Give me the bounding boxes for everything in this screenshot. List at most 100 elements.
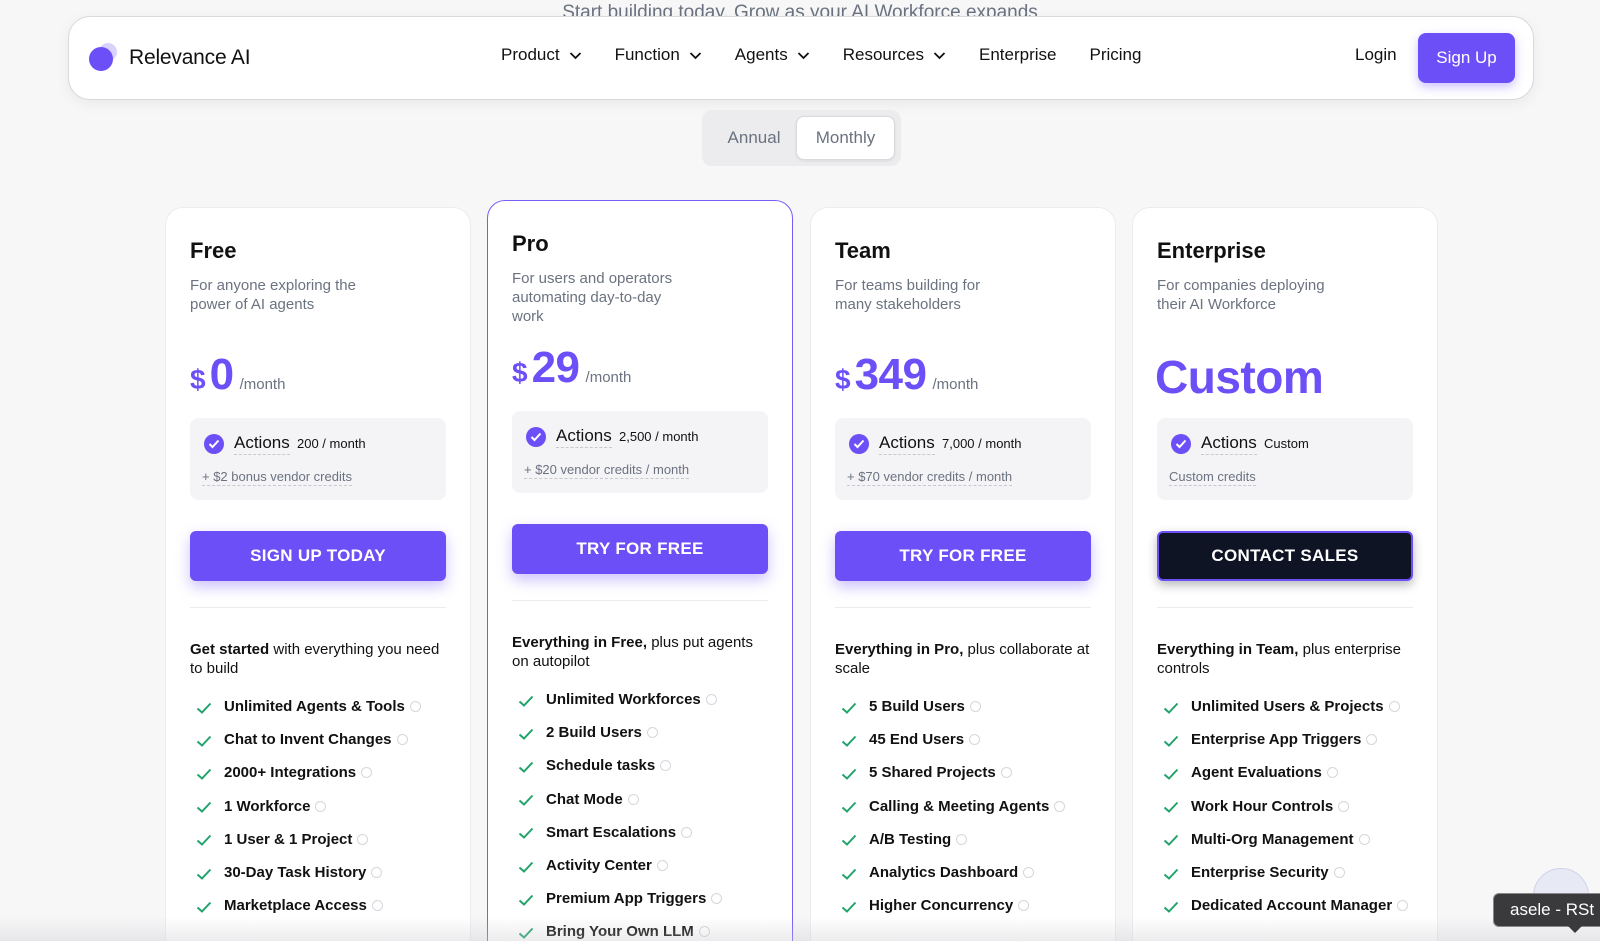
info-icon[interactable] (969, 701, 981, 713)
info-icon[interactable] (646, 727, 658, 739)
info-icon[interactable] (1338, 800, 1350, 812)
nav-pricing[interactable]: Pricing (1089, 45, 1141, 65)
feature-item: Enterprise Security (1157, 856, 1417, 889)
feature-label: Chat to Invent Changes (224, 731, 392, 749)
check-icon (1163, 767, 1179, 780)
info-icon[interactable] (357, 833, 369, 845)
info-icon[interactable] (409, 701, 421, 713)
info-icon[interactable] (681, 826, 693, 838)
info-icon[interactable] (660, 760, 672, 772)
toggle-annual[interactable]: Annual (708, 116, 800, 160)
feature-item: A/B Testing (835, 823, 1095, 856)
feature-item: 5 Build Users (835, 690, 1095, 723)
plan-description: For anyone exploring the power of AI age… (190, 277, 356, 313)
feature-label: Schedule tasks (546, 757, 656, 775)
check-icon (196, 767, 212, 780)
login-link[interactable]: Login (1355, 45, 1397, 65)
card-divider (835, 607, 1091, 608)
info-icon[interactable] (1000, 767, 1012, 779)
brand-logo[interactable]: Relevance AI (89, 43, 251, 73)
check-circle-icon (204, 434, 224, 454)
actions-quantity: 7,000 / month (942, 436, 1022, 451)
info-icon[interactable] (1018, 900, 1030, 912)
toggle-monthly[interactable]: Monthly (796, 116, 895, 160)
feature-item: Activity Center (512, 849, 772, 882)
info-icon[interactable] (711, 893, 723, 905)
feature-item: 30-Day Task History (190, 856, 450, 889)
info-icon[interactable] (396, 734, 408, 746)
feature-label: Enterprise App Triggers (1191, 731, 1362, 749)
plan-cta-button[interactable]: SIGN UP TODAY (190, 531, 446, 581)
actions-allowance: Actions 7,000 / month + $70 vendor credits… (835, 418, 1091, 500)
price-amount: 29 (531, 343, 580, 392)
check-icon (841, 867, 857, 880)
feature-label: Enterprise Security (1191, 864, 1329, 882)
actions-credits[interactable]: + $70 vendor credits / month (847, 469, 1013, 486)
plan-cta-button[interactable]: CONTACT SALES (1157, 531, 1413, 581)
feature-label: 5 Shared Projects (869, 764, 996, 782)
info-icon[interactable] (1358, 833, 1370, 845)
plan-cta-button[interactable]: TRY FOR FREE (512, 524, 768, 574)
info-icon[interactable] (705, 694, 717, 706)
info-icon[interactable] (969, 734, 981, 746)
actions-label[interactable]: Actions (556, 426, 612, 448)
feature-label: Marketplace Access (224, 897, 367, 915)
feature-item: 45 End Users (835, 723, 1095, 756)
features-heading-bold: Everything in Free, (512, 634, 648, 651)
info-icon[interactable] (1054, 800, 1066, 812)
price-period: /month (585, 369, 632, 386)
feature-label: Premium App Triggers (546, 890, 707, 908)
feature-item: Unlimited Workforces (512, 683, 772, 716)
info-icon[interactable] (1326, 767, 1338, 779)
nav-agents[interactable]: Agents (735, 45, 810, 65)
actions-credits[interactable]: + $2 bonus vendor credits (202, 469, 352, 486)
feature-item: Chat Mode (512, 783, 772, 816)
feature-item: Work Hour Controls (1157, 790, 1417, 823)
feature-label: 5 Build Users (869, 698, 965, 716)
info-icon[interactable] (1023, 867, 1035, 879)
nav-enterprise[interactable]: Enterprise (979, 45, 1056, 65)
info-icon[interactable] (361, 767, 373, 779)
actions-credits[interactable]: + $20 vendor credits / month (524, 462, 690, 479)
nav-product[interactable]: Product (501, 45, 582, 65)
feature-label: 1 Workforce (224, 797, 311, 815)
info-icon[interactable] (315, 800, 327, 812)
info-icon[interactable] (656, 860, 668, 872)
plan-cta-button[interactable]: TRY FOR FREE (835, 531, 1091, 581)
signup-button[interactable]: Sign Up (1418, 33, 1515, 83)
feature-label: 2000+ Integrations (224, 764, 357, 782)
feature-item: 1 User & 1 Project (190, 823, 450, 856)
price-period: /month (932, 376, 979, 393)
info-icon[interactable] (1333, 867, 1345, 879)
info-icon[interactable] (956, 833, 968, 845)
nav-function[interactable]: Function (615, 45, 702, 65)
info-icon[interactable] (1366, 734, 1378, 746)
feature-list: Unlimited Workforces 2 Build Users Schedul… (512, 683, 772, 941)
actions-label[interactable]: Actions (234, 433, 290, 455)
check-icon (841, 900, 857, 913)
feature-label: Higher Concurrency (869, 897, 1014, 915)
info-icon[interactable] (1388, 701, 1400, 713)
check-icon (841, 833, 857, 847)
check-circle-icon (849, 434, 869, 454)
price-amount: 349 (854, 350, 927, 399)
top-navbar: Relevance AI Product Function Agents Res… (68, 16, 1534, 100)
tooltip-arrow (1567, 925, 1583, 933)
price-currency: $ (512, 357, 528, 388)
features-heading-bold: Everything in Pro, (835, 641, 964, 658)
chevron-down-icon (797, 51, 809, 59)
actions-label[interactable]: Actions (879, 433, 935, 455)
info-icon[interactable] (371, 867, 383, 879)
feature-label: Unlimited Users & Projects (1191, 698, 1384, 716)
check-icon (1163, 833, 1179, 847)
info-icon[interactable] (1397, 900, 1409, 912)
info-icon[interactable] (627, 793, 639, 805)
feature-label: Calling & Meeting Agents (869, 797, 1050, 815)
info-icon[interactable] (371, 900, 383, 912)
actions-label[interactable]: Actions (1201, 433, 1257, 455)
actions-quantity: 200 / month (297, 436, 366, 451)
tooltip: asele - RSt (1493, 893, 1600, 927)
actions-credits[interactable]: Custom credits (1169, 469, 1256, 486)
feature-item: Agent Evaluations (1157, 756, 1417, 789)
nav-resources[interactable]: Resources (843, 45, 946, 65)
